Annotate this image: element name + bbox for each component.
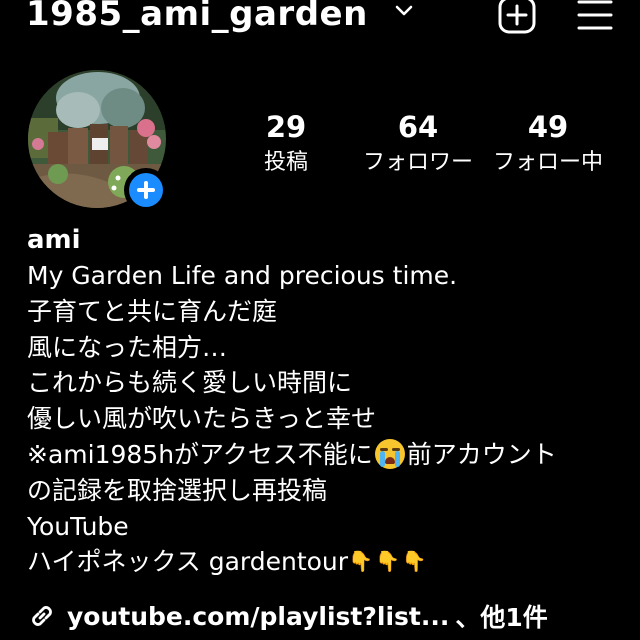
posts-count: 29 [265, 110, 307, 144]
stat-posts[interactable]: 29 投稿 [236, 108, 336, 180]
bio-link[interactable]: youtube.com/playlist?list... 、他1件 [27, 596, 548, 636]
following-count: 49 [527, 110, 569, 144]
bio-line: ※ami1985hがアクセス不能に 前アカウント [27, 437, 627, 473]
chevron-down-icon[interactable] [394, 4, 414, 18]
stat-following[interactable]: 49 フォロー中 [486, 108, 610, 180]
bio-line: 優しい風が吹いたらきっと幸せ [27, 404, 377, 434]
bio-line: これからも続く愛しい時間に [27, 368, 353, 398]
bio-text-segment: 前アカウント [406, 439, 557, 469]
profile-header: 1985_ami_garden [0, 0, 640, 42]
followers-count: 64 [397, 110, 439, 144]
profile-screen: 1985_ami_garden 29 投稿 64 フォロワー 49 フォロー中 … [0, 0, 640, 640]
bio-text-segment: ハイポネックス gardentour [27, 547, 349, 577]
bio-line: 子育てと共に育んだ庭 [27, 296, 278, 326]
link-more[interactable]: 、他1件 [455, 598, 547, 634]
bio-line: ハイポネックス gardentour👇👇👇 [27, 544, 627, 580]
hamburger-menu-icon[interactable] [576, 0, 614, 32]
posts-label: 投稿 [263, 150, 308, 175]
plus-circle-icon [129, 173, 163, 207]
add-story-button[interactable] [124, 168, 168, 212]
display-name: ami [27, 225, 81, 255]
link-icon [32, 606, 52, 626]
bio-line: 風になった相方… [27, 332, 228, 362]
bio-text: My Garden Life and precious time. 子育てと共に… [27, 258, 627, 580]
bio-line: My Garden Life and precious time. [27, 261, 458, 290]
username-switcher[interactable]: 1985_ami_garden [26, 0, 368, 42]
pointing-down-emoji-icon: 👇👇👇 [348, 549, 429, 574]
crying-face-emoji-icon [374, 438, 405, 469]
link-url[interactable]: youtube.com/playlist?list... [67, 602, 449, 631]
followers-label: フォロワー [362, 150, 473, 175]
bio-text-segment: ※ami1985hがアクセス不能に [27, 439, 373, 469]
stat-followers[interactable]: 64 フォロワー [356, 108, 480, 180]
bio-line: YouTube [27, 511, 129, 541]
plus-square-icon[interactable] [498, 0, 536, 34]
following-label: フォロー中 [492, 150, 603, 175]
bio-line: の記録を取捨選択し再投稿 [27, 475, 328, 505]
